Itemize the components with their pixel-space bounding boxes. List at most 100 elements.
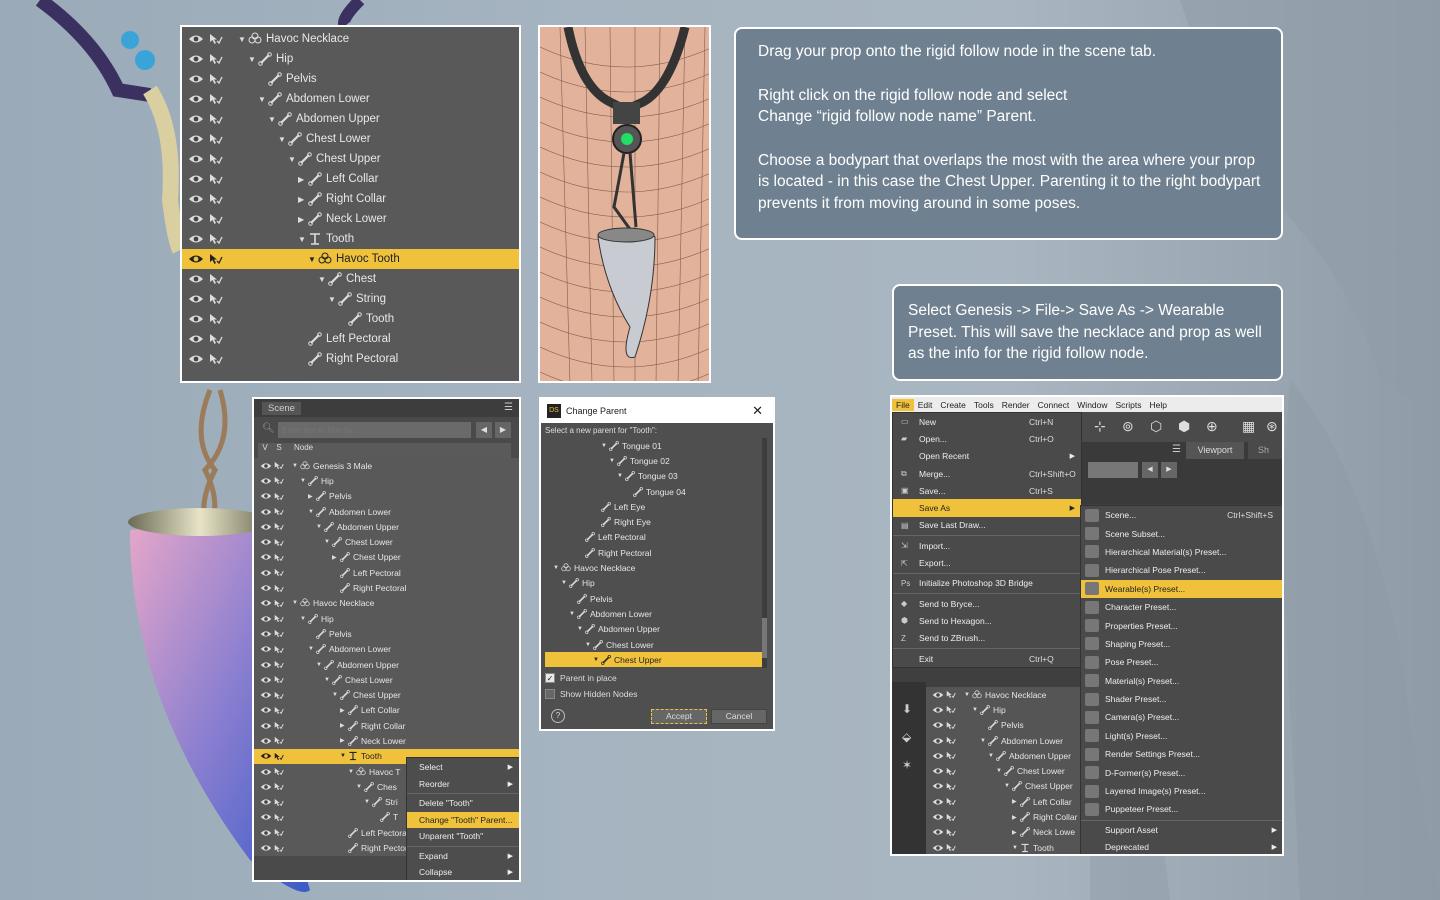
tool-icon-5[interactable]: ⊕	[1206, 418, 1218, 435]
filter-prev-button[interactable]: ◀	[476, 422, 492, 438]
selectable-pointer-icon[interactable]	[274, 568, 284, 577]
selectable-pointer-icon[interactable]	[274, 629, 284, 638]
scene-tree-row[interactable]: ▶ Neck Lower	[254, 733, 519, 748]
tool-icon-2[interactable]: ⊚	[1122, 418, 1134, 435]
selectable-pointer-icon[interactable]	[274, 767, 284, 776]
expand-toggle-icon[interactable]: ▼	[316, 524, 324, 530]
expand-toggle-icon[interactable]: ▼	[308, 255, 318, 264]
expand-toggle-icon[interactable]: ▼	[617, 473, 625, 479]
visibility-eye-icon[interactable]	[188, 34, 204, 44]
selectable-pointer-icon[interactable]	[209, 253, 223, 265]
save-as-submenu-item[interactable]: Support Asset ▶	[1081, 822, 1282, 839]
parent-tree-row[interactable]: ▼ Hip	[545, 576, 767, 591]
expand-toggle-icon[interactable]: ▼	[308, 646, 316, 652]
scene-tree-row[interactable]: ▶ Right Collar	[254, 718, 519, 733]
selectable-pointer-icon[interactable]	[209, 113, 223, 125]
tool-move-icon[interactable]: ⬇	[902, 702, 912, 716]
close-icon[interactable]: ✕	[752, 403, 763, 419]
visibility-eye-icon[interactable]	[260, 813, 272, 821]
expand-toggle-icon[interactable]: ▼	[996, 768, 1004, 774]
file-menu-item[interactable]: Open Recent ▶	[893, 448, 1081, 465]
visibility-eye-icon[interactable]	[260, 706, 272, 714]
tool-icon-1[interactable]: ⊹	[1094, 418, 1106, 435]
expand-toggle-icon[interactable]: ▼	[356, 784, 364, 790]
visibility-eye-icon[interactable]	[260, 844, 272, 852]
scene-tree-row[interactable]: ▼ Abdomen Lower	[254, 642, 519, 657]
selectable-pointer-icon[interactable]	[274, 691, 284, 700]
filter-field[interactable]	[1088, 462, 1138, 478]
scene-tree-row[interactable]: ▼ Abdomen Lower	[254, 504, 519, 519]
expand-toggle-icon[interactable]: ▶	[1012, 798, 1020, 805]
expand-toggle-icon[interactable]: ▼	[972, 707, 980, 713]
visibility-eye-icon[interactable]	[188, 194, 204, 204]
selectable-pointer-icon[interactable]	[274, 752, 284, 761]
expand-toggle-icon[interactable]: ▼	[308, 509, 316, 515]
daz-tree-row[interactable]: ▼ Abdomen Upper	[926, 748, 1086, 763]
visibility-eye-icon[interactable]	[188, 274, 204, 284]
daz-tree-row[interactable]: ▼ Chest Lower	[926, 763, 1086, 778]
expand-toggle-icon[interactable]: ▼	[1012, 845, 1020, 851]
tree-row[interactable]: ▶ Left Collar	[182, 169, 519, 189]
save-as-submenu-item[interactable]: Deprecated ▶	[1081, 839, 1282, 854]
visibility-eye-icon[interactable]	[260, 553, 272, 561]
expand-toggle-icon[interactable]: ▼	[288, 155, 298, 164]
scrollbar-thumb[interactable]	[762, 618, 767, 658]
visibility-eye-icon[interactable]	[932, 828, 944, 836]
selectable-pointer-icon[interactable]	[274, 538, 284, 547]
parent-in-place-checkbox[interactable]: ✓	[545, 673, 555, 683]
scene-tree-row[interactable]: Right Pectoral	[254, 580, 519, 595]
selectable-pointer-icon[interactable]	[209, 73, 223, 85]
expand-toggle-icon[interactable]: ▼	[292, 600, 300, 606]
tree-row[interactable]: Left Pectoral	[182, 329, 519, 349]
menu-connect[interactable]: Connect	[1034, 399, 1074, 411]
tree-row[interactable]: ▶ Neck Lower	[182, 209, 519, 229]
expand-toggle-icon[interactable]: ▼	[964, 692, 972, 698]
help-button[interactable]: ?	[551, 709, 565, 723]
tree-row[interactable]: ▼ Abdomen Lower	[182, 89, 519, 109]
selectable-pointer-icon[interactable]	[946, 690, 956, 699]
tool-icon-4[interactable]: ⬢	[1178, 418, 1190, 435]
expand-toggle-icon[interactable]: ▼	[298, 235, 308, 244]
col-visibility[interactable]: V	[258, 443, 272, 458]
filter-next-button[interactable]: ▶	[495, 422, 511, 438]
scene-tree-row[interactable]: ▼ Genesis 3 Male	[254, 458, 519, 473]
expand-toggle-icon[interactable]: ▼	[300, 478, 308, 484]
expand-toggle-icon[interactable]: ▶	[340, 737, 348, 744]
expand-toggle-icon[interactable]: ▼	[348, 769, 356, 775]
expand-toggle-icon[interactable]: ▶	[298, 195, 308, 204]
parent-tree-row[interactable]: ▼ Tongue 02	[545, 453, 767, 468]
tree-row[interactable]: ▼ Havoc Necklace	[182, 29, 519, 49]
file-menu-item[interactable]: ▤ Save Last Draw...	[893, 517, 1081, 534]
file-menu-item[interactable]: ⇲ Import...	[893, 537, 1081, 554]
visibility-eye-icon[interactable]	[188, 114, 204, 124]
parent-tree-row[interactable]: ▼ Chest Upper	[545, 652, 767, 668]
tool-icon-6[interactable]: ▦	[1242, 418, 1255, 435]
save-as-menu-item[interactable]: Material(s) Preset...	[1081, 672, 1282, 690]
selectable-pointer-icon[interactable]	[209, 273, 223, 285]
tool-icon-3[interactable]: ⬡	[1150, 418, 1162, 435]
expand-toggle-icon[interactable]: ▼	[318, 275, 328, 284]
expand-toggle-icon[interactable]: ▼	[577, 626, 585, 632]
daz-tree-row[interactable]: ▼ Abdomen Lower	[926, 733, 1086, 748]
selectable-pointer-icon[interactable]	[946, 721, 956, 730]
save-as-menu-item[interactable]: Light(s) Preset...	[1081, 727, 1282, 745]
visibility-eye-icon[interactable]	[932, 706, 944, 714]
visibility-eye-icon[interactable]	[260, 783, 272, 791]
tab-scene[interactable]: Scene	[262, 402, 301, 415]
daz-tree-row[interactable]: ▼ Chest Upper	[926, 779, 1086, 794]
parent-tree-row[interactable]: ▼ Abdomen Upper	[545, 622, 767, 637]
selectable-pointer-icon[interactable]	[209, 353, 223, 365]
show-hidden-checkbox[interactable]	[545, 689, 555, 699]
file-menu-item[interactable]: Ps Initialize Photoshop 3D Bridge	[893, 575, 1081, 592]
col-node[interactable]: Node	[286, 443, 313, 458]
save-as-menu-item[interactable]: Shader Preset...	[1081, 690, 1282, 708]
visibility-eye-icon[interactable]	[188, 174, 204, 184]
visibility-eye-icon[interactable]	[188, 254, 204, 264]
expand-toggle-icon[interactable]: ▼	[332, 692, 340, 698]
tab-shaping[interactable]: Sh	[1248, 442, 1282, 459]
visibility-eye-icon[interactable]	[260, 829, 272, 837]
scene-tree-row[interactable]: ▶ Pelvis	[254, 489, 519, 504]
selectable-pointer-icon[interactable]	[209, 293, 223, 305]
tree-row[interactable]: ▶ Right Collar	[182, 189, 519, 209]
expand-toggle-icon[interactable]: ▼	[585, 642, 593, 648]
